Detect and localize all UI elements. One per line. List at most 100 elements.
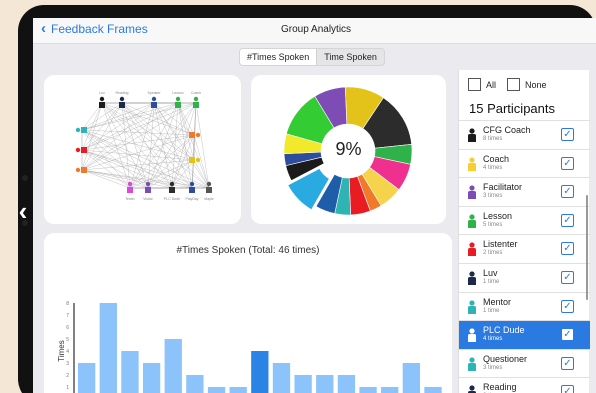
bar[interactable] (78, 363, 96, 393)
participant-name: Mentor (483, 296, 512, 307)
participant-name: Facilitator (483, 182, 523, 193)
bar[interactable] (402, 363, 421, 393)
person-icon[interactable] (127, 181, 133, 187)
bar[interactable] (359, 387, 377, 393)
person-icon[interactable] (175, 96, 181, 102)
back-button[interactable]: ‹ Feedback Frames (41, 21, 148, 36)
segment-time-spoken[interactable]: Time Spoken (317, 49, 384, 65)
scrollbar[interactable] (586, 195, 588, 300)
participant-name: CFG Coach (483, 125, 531, 135)
person-icon[interactable] (81, 147, 87, 153)
bar[interactable] (142, 363, 161, 393)
back-label: Feedback Frames (51, 22, 148, 36)
person-icon[interactable] (81, 127, 87, 133)
none-checkbox[interactable] (507, 78, 521, 91)
bar[interactable] (424, 387, 442, 393)
navigation-bar: ‹ Feedback Frames Group Analytics (33, 18, 596, 44)
participant-checkbox[interactable]: ✓ (561, 356, 574, 370)
participant-item[interactable]: Coach 4 times ✓ (459, 148, 590, 178)
bar[interactable] (316, 375, 334, 393)
bar[interactable] (381, 387, 399, 393)
participant-item[interactable]: Luv 1 time ✓ (459, 262, 590, 292)
participants-panel: All None 15 Participants CFG Coach 8 tim… (458, 70, 590, 393)
person-icon[interactable] (119, 102, 125, 108)
person-icon[interactable] (189, 181, 195, 187)
person-icon[interactable] (193, 96, 199, 102)
participant-item[interactable]: Listenter 2 times ✓ (459, 234, 590, 263)
participant-item[interactable]: Lesson 5 times ✓ (459, 205, 590, 235)
network-edge (81, 169, 173, 189)
segment-times-spoken[interactable]: #Times Spoken (240, 49, 318, 65)
participant-item[interactable]: Reading 2 times ✓ (459, 377, 590, 393)
person-icon (468, 328, 476, 343)
participant-checkbox[interactable]: ✓ (561, 242, 574, 256)
pie-chart-card: 9% (251, 75, 446, 224)
participant-checkbox[interactable]: ✓ (561, 185, 574, 199)
bar[interactable] (186, 375, 204, 393)
person-icon (468, 156, 476, 171)
bar[interactable] (294, 375, 312, 393)
all-checkbox[interactable] (468, 78, 481, 91)
participant-checkbox[interactable]: ✓ (561, 385, 574, 393)
person-icon[interactable] (169, 181, 175, 187)
participant-checkbox[interactable]: ✓ (561, 328, 574, 342)
participant-checkbox[interactable]: ✓ (561, 270, 574, 284)
participant-item[interactable]: Questioner 3 times ✓ (459, 348, 590, 378)
participant-checkbox[interactable]: ✓ (561, 299, 574, 313)
person-icon[interactable] (189, 187, 195, 193)
person-icon[interactable] (151, 102, 157, 108)
pie-center-percent: 9% (335, 139, 362, 159)
bar[interactable] (272, 363, 291, 393)
person-icon[interactable] (169, 187, 175, 193)
participant-checkbox[interactable]: ✓ (561, 213, 574, 227)
participant-item[interactable]: CFG Coach 8 times ✓ (459, 120, 590, 149)
bar[interactable] (99, 303, 117, 393)
chevron-left-icon[interactable]: ‹ (16, 196, 30, 226)
person-icon (468, 357, 476, 371)
node-label: Lesson (172, 91, 183, 95)
person-icon[interactable] (195, 132, 201, 138)
participant-checkbox[interactable]: ✓ (561, 128, 574, 141)
bar[interactable] (164, 339, 182, 393)
person-icon[interactable] (75, 127, 81, 133)
person-icon (468, 128, 476, 142)
person-icon[interactable] (193, 102, 199, 108)
person-icon[interactable] (206, 181, 212, 187)
person-icon[interactable] (151, 96, 157, 102)
person-icon[interactable] (99, 102, 105, 108)
bar[interactable] (207, 387, 226, 393)
person-icon[interactable] (206, 187, 212, 193)
participant-times: 4 times (483, 164, 503, 171)
person-icon[interactable] (75, 167, 81, 173)
participant-name: Questioner (483, 353, 528, 364)
bar[interactable] (251, 351, 269, 393)
node-label: Tester (125, 197, 135, 201)
person-icon[interactable] (145, 187, 151, 193)
all-label: All (486, 79, 497, 90)
person-icon[interactable] (127, 187, 133, 193)
person-icon[interactable] (175, 102, 181, 108)
y-tick-label: 3 (66, 361, 69, 367)
node-label: Visitor (143, 197, 153, 201)
person-icon[interactable] (99, 96, 105, 102)
bar[interactable] (337, 375, 356, 393)
participant-item[interactable]: PLC Dude 4 times ✓ (459, 320, 590, 349)
person-icon[interactable] (145, 181, 151, 187)
person-icon[interactable] (75, 147, 81, 153)
participant-checkbox[interactable]: ✓ (561, 156, 574, 170)
participant-item[interactable]: Mentor 1 time ✓ (459, 291, 590, 321)
y-axis-label: Times (57, 340, 66, 361)
bar[interactable] (121, 351, 139, 393)
y-tick-label: 6 (66, 325, 69, 331)
participant-times: 3 times (483, 364, 503, 371)
participant-item[interactable]: Facilitator 3 times ✓ (459, 177, 590, 206)
bar[interactable] (229, 387, 247, 393)
person-icon[interactable] (119, 96, 125, 102)
person-icon (468, 271, 476, 285)
person-icon[interactable] (189, 157, 195, 163)
person-icon (468, 242, 476, 257)
network-graph-card: Luv Reading Speaker Lesson Coach Tester Visito… (44, 75, 241, 224)
person-icon[interactable] (195, 157, 201, 163)
person-icon[interactable] (189, 132, 195, 138)
person-icon[interactable] (81, 167, 87, 173)
